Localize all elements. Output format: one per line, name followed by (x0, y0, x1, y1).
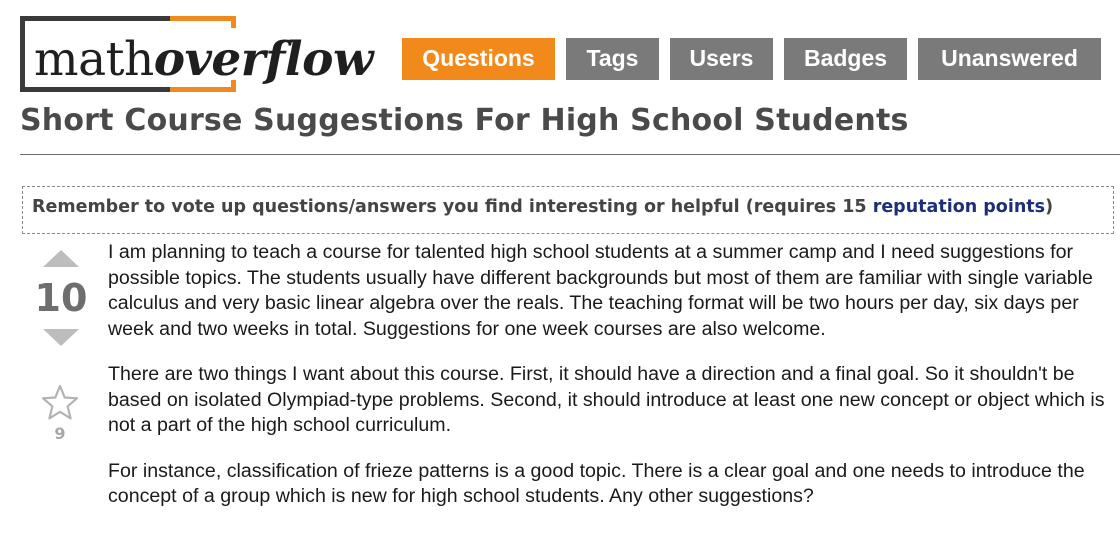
logo-frame-accent (231, 16, 236, 28)
vote-down-icon[interactable] (43, 329, 79, 346)
vote-up-icon[interactable] (43, 250, 79, 267)
question-title[interactable]: Short Course Suggestions For High School… (20, 103, 909, 138)
nav-tags[interactable]: Tags (566, 38, 659, 80)
question-paragraph: For instance, classification of frieze p… (108, 459, 1085, 508)
nav-users[interactable]: Users (670, 38, 773, 80)
logo-frame-accent (170, 87, 236, 92)
logo-math: math (34, 32, 154, 87)
logo-overflow: overflow (153, 32, 374, 87)
question-paragraph: I am planning to teach a course for tale… (108, 241, 1093, 340)
logo-frame (20, 16, 25, 92)
title-divider (20, 154, 1120, 155)
vote-count: 10 (34, 276, 88, 320)
nav-unanswered[interactable]: Unanswered (918, 38, 1101, 80)
notice-text-after: ) (1045, 197, 1054, 217)
star-outline-icon[interactable] (40, 383, 80, 423)
nav-badges[interactable]: Badges (784, 38, 907, 80)
vote-reminder-notice: Remember to vote up questions/answers yo… (22, 186, 1114, 234)
favorite-count: 9 (54, 424, 66, 443)
notice-text-before: Remember to vote up questions/answers yo… (32, 197, 873, 217)
site-logo[interactable]: mathoverflow (20, 16, 390, 92)
notice-text: Remember to vote up questions/answers yo… (32, 197, 1053, 217)
nav-questions[interactable]: Questions (402, 38, 555, 80)
question-body: I am planning to teach a course for tale… (108, 240, 1108, 530)
logo-frame-accent (170, 16, 236, 21)
reputation-points-link[interactable]: reputation points (873, 197, 1045, 217)
logo-wordmark: mathoverflow (34, 34, 373, 85)
question-paragraph: There are two things I want about this c… (108, 363, 1105, 436)
